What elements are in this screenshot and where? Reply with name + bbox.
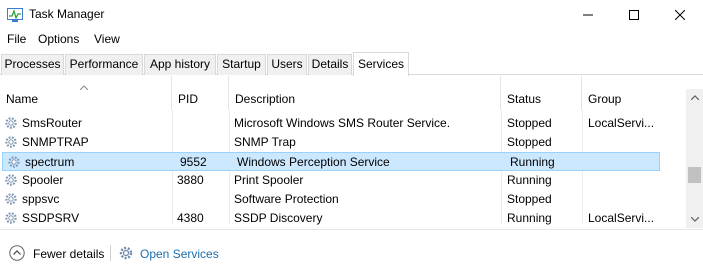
- services-table: Name PID Description Status Group SmsRou…: [0, 76, 703, 229]
- fewer-details-button[interactable]: Fewer details: [33, 247, 104, 261]
- title-bar: Task Manager: [0, 0, 703, 30]
- table-row[interactable]: Spooler 3880 Print Spooler Running: [0, 171, 660, 190]
- service-name: Spooler: [22, 173, 64, 187]
- minimize-icon: [583, 14, 593, 16]
- service-name: spectrum: [25, 155, 75, 169]
- scroll-up-button[interactable]: [686, 89, 703, 106]
- service-gear-icon: [5, 212, 17, 224]
- service-gear-icon: [5, 193, 17, 205]
- footer-divider: [110, 245, 111, 261]
- service-status: Stopped: [507, 116, 552, 130]
- service-name: sppsvc: [22, 192, 60, 206]
- task-manager-icon: [7, 8, 23, 22]
- table-row[interactable]: SmsRouter Microsoft Windows SMS Router Se…: [0, 114, 660, 133]
- column-header-name-label: Name: [6, 92, 39, 106]
- service-status: Stopped: [507, 135, 552, 149]
- service-gear-icon: [5, 174, 17, 186]
- scroll-thumb[interactable]: [688, 167, 701, 183]
- service-pid: 4380: [177, 211, 204, 225]
- service-group: LocalServi...: [588, 116, 655, 130]
- menu-bar: File Options View: [0, 30, 703, 50]
- table-row[interactable]: SNMPTRAP SNMP Trap Stopped: [0, 133, 660, 152]
- close-icon: [675, 10, 685, 20]
- column-header-description[interactable]: Description: [229, 76, 501, 110]
- chevron-up-circle-icon[interactable]: [9, 245, 25, 261]
- service-pid: 3880: [177, 173, 204, 187]
- column-header-pid[interactable]: PID: [172, 76, 229, 110]
- tab-app-history[interactable]: App history: [144, 54, 216, 75]
- service-description: Software Protection: [234, 192, 339, 206]
- chevron-up-icon: [690, 95, 699, 100]
- tab-users[interactable]: Users: [267, 54, 307, 75]
- service-description: Print Spooler: [234, 173, 304, 187]
- minimize-button[interactable]: [565, 0, 611, 30]
- column-header-name[interactable]: Name: [0, 76, 172, 110]
- service-gear-icon: [5, 136, 17, 148]
- services-gear-icon[interactable]: [118, 245, 134, 261]
- maximize-button[interactable]: [611, 0, 657, 30]
- window-title: Task Manager: [29, 7, 105, 21]
- menu-file[interactable]: File: [7, 32, 26, 46]
- service-description: Windows Perception Service: [237, 155, 390, 169]
- tab-startup[interactable]: Startup: [217, 54, 266, 75]
- column-header-description-label: Description: [235, 92, 296, 106]
- table-row[interactable]: spectrum 9552 Windows Perception Service Ru…: [2, 152, 660, 171]
- table-row[interactable]: sppsvc Software Protection Stopped: [0, 190, 660, 209]
- service-gear-icon: [5, 117, 17, 129]
- column-header-group[interactable]: Group: [582, 76, 666, 110]
- tab-bar: Processes Performance App history Startu…: [0, 52, 703, 76]
- service-status: Running: [507, 211, 552, 225]
- tab-details[interactable]: Details: [308, 54, 352, 75]
- tab-performance[interactable]: Performance: [65, 54, 143, 75]
- service-gear-icon: [8, 156, 20, 168]
- tab-services[interactable]: Services: [353, 52, 409, 76]
- maximize-icon: [629, 10, 639, 20]
- menu-options[interactable]: Options: [38, 32, 79, 46]
- footer-bar: Fewer details Open Services: [0, 229, 703, 276]
- close-button[interactable]: [657, 0, 703, 30]
- column-header-status[interactable]: Status: [501, 76, 582, 110]
- service-group: LocalServi...: [588, 211, 655, 225]
- service-name: SmsRouter: [22, 116, 83, 130]
- service-pid: 9552: [180, 155, 207, 169]
- service-description: Microsoft Windows SMS Router Service.: [234, 116, 451, 130]
- service-status: Running: [510, 155, 555, 169]
- scroll-down-button[interactable]: [686, 211, 703, 228]
- chevron-down-icon: [690, 217, 699, 222]
- tab-processes[interactable]: Processes: [1, 54, 64, 75]
- service-status: Running: [507, 173, 552, 187]
- service-description: SNMP Trap: [234, 135, 296, 149]
- table-row[interactable]: SSDPSRV 4380 SSDP Discovery Running LocalSer…: [0, 209, 660, 228]
- column-header-pid-label: PID: [178, 92, 199, 106]
- column-header-status-label: Status: [507, 92, 542, 106]
- column-header-group-label: Group: [588, 92, 622, 106]
- open-services-link[interactable]: Open Services: [140, 247, 219, 261]
- service-name: SSDPSRV: [22, 211, 80, 225]
- service-description: SSDP Discovery: [234, 211, 323, 225]
- menu-view[interactable]: View: [94, 32, 120, 46]
- service-name: SNMPTRAP: [22, 135, 89, 149]
- service-status: Stopped: [507, 192, 552, 206]
- vertical-scrollbar[interactable]: [686, 89, 703, 228]
